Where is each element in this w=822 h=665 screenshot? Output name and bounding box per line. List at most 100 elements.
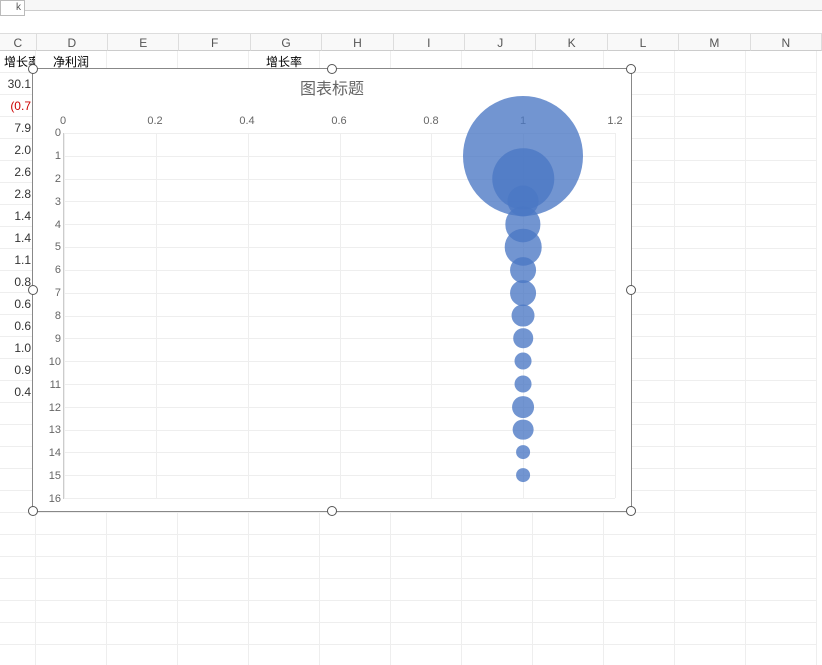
grid-cell[interactable]: [746, 183, 817, 205]
grid-cell[interactable]: [746, 293, 817, 315]
grid-cell[interactable]: [533, 535, 604, 557]
grid-cell[interactable]: [746, 139, 817, 161]
grid-cell[interactable]: [746, 205, 817, 227]
grid-cell[interactable]: [533, 513, 604, 535]
column-header[interactable]: H: [322, 33, 393, 51]
grid-cell[interactable]: [391, 513, 462, 535]
grid-cell[interactable]: [746, 601, 817, 623]
grid-cell[interactable]: [320, 535, 391, 557]
grid-cell[interactable]: [462, 557, 533, 579]
chart-bubble[interactable]: [512, 304, 535, 327]
grid-cell[interactable]: [107, 513, 178, 535]
grid-cell[interactable]: [107, 623, 178, 645]
column-header[interactable]: L: [608, 33, 679, 51]
grid-cell[interactable]: [675, 535, 746, 557]
grid-cell[interactable]: [675, 623, 746, 645]
grid-cell[interactable]: [107, 557, 178, 579]
grid-cell[interactable]: [746, 73, 817, 95]
grid-cell[interactable]: [249, 601, 320, 623]
grid-cell[interactable]: [391, 579, 462, 601]
grid-cell[interactable]: [746, 579, 817, 601]
chart-bubble[interactable]: [513, 419, 534, 440]
grid-cell[interactable]: 7.9: [0, 117, 36, 139]
grid-cell[interactable]: [675, 293, 746, 315]
resize-handle-bm[interactable]: [327, 506, 337, 516]
resize-handle-br[interactable]: [626, 506, 636, 516]
grid-cell[interactable]: [675, 491, 746, 513]
grid-cell[interactable]: [746, 403, 817, 425]
grid-cell[interactable]: [178, 535, 249, 557]
grid-cell[interactable]: 1.0: [0, 337, 36, 359]
grid-cell[interactable]: [178, 579, 249, 601]
grid-cell[interactable]: [746, 491, 817, 513]
grid-cell[interactable]: [249, 623, 320, 645]
grid-cell[interactable]: 1.4: [0, 205, 36, 227]
grid-cell[interactable]: [746, 359, 817, 381]
grid-cell[interactable]: [0, 513, 36, 535]
column-header[interactable]: K: [536, 33, 607, 51]
column-header[interactable]: F: [179, 33, 250, 51]
grid-cell[interactable]: [746, 381, 817, 403]
grid-cell[interactable]: [604, 579, 675, 601]
grid-cell[interactable]: 0.4: [0, 381, 36, 403]
grid-cell[interactable]: [107, 535, 178, 557]
grid-cell[interactable]: [320, 557, 391, 579]
column-header[interactable]: I: [394, 33, 465, 51]
grid-cell[interactable]: [675, 249, 746, 271]
grid-cell[interactable]: [36, 513, 107, 535]
grid-cell[interactable]: [462, 623, 533, 645]
resize-handle-bl[interactable]: [28, 506, 38, 516]
grid-cell[interactable]: [675, 557, 746, 579]
grid-cell[interactable]: [391, 645, 462, 665]
grid-cell[interactable]: [746, 425, 817, 447]
grid-cell[interactable]: [675, 117, 746, 139]
column-header[interactable]: C: [0, 33, 37, 51]
grid-cell[interactable]: [249, 579, 320, 601]
resize-handle-mr[interactable]: [626, 285, 636, 295]
chart-bubble[interactable]: [516, 468, 530, 482]
grid-cell[interactable]: [462, 535, 533, 557]
grid-cell[interactable]: [604, 623, 675, 645]
resize-handle-tm[interactable]: [327, 64, 337, 74]
grid-cell[interactable]: 30.1: [0, 73, 36, 95]
grid-cell[interactable]: [391, 557, 462, 579]
grid-cell[interactable]: [178, 645, 249, 665]
column-header[interactable]: E: [108, 33, 179, 51]
grid-cell[interactable]: [746, 513, 817, 535]
grid-cell[interactable]: [391, 623, 462, 645]
grid-cell[interactable]: [746, 337, 817, 359]
grid-cell[interactable]: 2.6: [0, 161, 36, 183]
column-header[interactable]: N: [751, 33, 822, 51]
grid-cell[interactable]: [675, 95, 746, 117]
chart-bubble[interactable]: [515, 375, 532, 392]
grid-cell[interactable]: [746, 623, 817, 645]
grid-cell[interactable]: 1.1: [0, 249, 36, 271]
grid-cell[interactable]: [0, 645, 36, 665]
grid-cell[interactable]: 2.8: [0, 183, 36, 205]
grid-cell[interactable]: [107, 601, 178, 623]
resize-handle-ml[interactable]: [28, 285, 38, 295]
grid-cell[interactable]: [320, 623, 391, 645]
grid-cell[interactable]: [675, 73, 746, 95]
chart-bubble[interactable]: [512, 396, 534, 418]
grid-cell[interactable]: [533, 579, 604, 601]
grid-cell[interactable]: [0, 535, 36, 557]
grid-cell[interactable]: [533, 601, 604, 623]
grid-cell[interactable]: [462, 513, 533, 535]
grid-cell[interactable]: [675, 403, 746, 425]
column-header[interactable]: M: [679, 33, 750, 51]
grid-cell[interactable]: 2.0: [0, 139, 36, 161]
grid-cell[interactable]: [249, 535, 320, 557]
grid-cell[interactable]: [533, 645, 604, 665]
grid-cell[interactable]: [178, 601, 249, 623]
grid-cell[interactable]: [36, 557, 107, 579]
grid-cell[interactable]: [320, 579, 391, 601]
grid-cell[interactable]: [36, 623, 107, 645]
chart-bubble[interactable]: [510, 280, 536, 306]
grid-cell[interactable]: [107, 579, 178, 601]
grid-cell[interactable]: [675, 469, 746, 491]
grid-cell[interactable]: 0.6: [0, 293, 36, 315]
grid-cell[interactable]: [0, 447, 36, 469]
chart-object[interactable]: 图表标题 00.20.40.60.811.2 01234567891011121…: [32, 68, 632, 512]
grid-cell[interactable]: [391, 535, 462, 557]
